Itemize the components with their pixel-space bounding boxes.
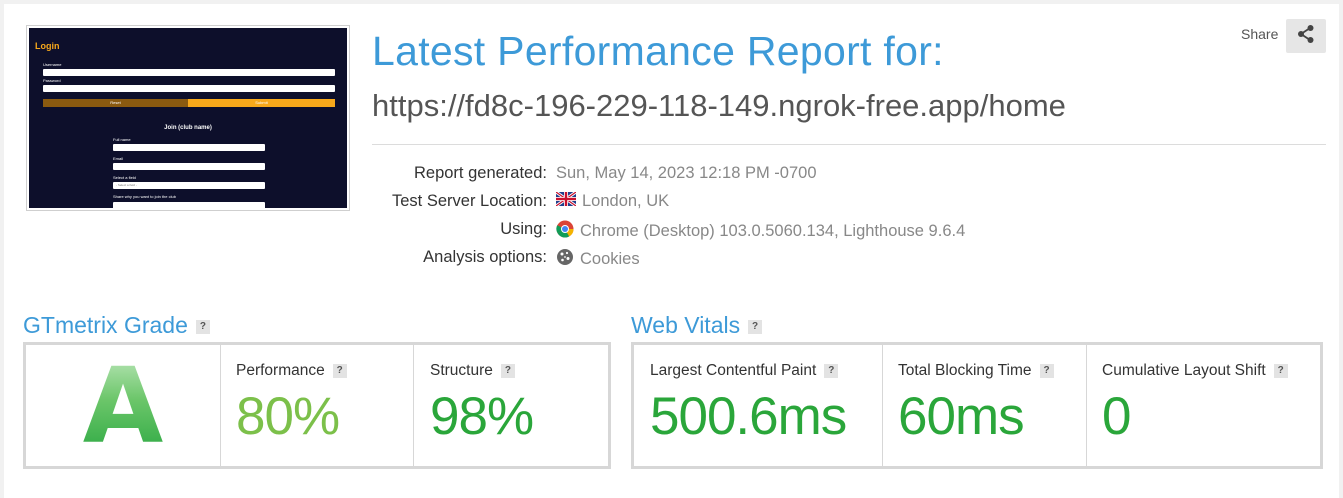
- analysis-options-key: Analysis options:: [423, 248, 547, 266]
- thumb-submit-button: Submit: [188, 99, 335, 107]
- using-value: Chrome (Desktop) 103.0.5060.134, Lightho…: [556, 220, 965, 243]
- test-location-row: Test Server Location: London, UK: [372, 190, 1072, 214]
- tbt-help-icon[interactable]: ?: [1039, 363, 1054, 378]
- report-generated-row: Report generated: Sun, May 14, 2023 12:1…: [372, 164, 1072, 186]
- test-location-key: Test Server Location:: [392, 192, 547, 210]
- thumb-fullname-label: Full name: [113, 137, 131, 142]
- report-sheet: Login Username Password Reset Submit Joi…: [4, 4, 1339, 498]
- share-icon: [1296, 24, 1316, 48]
- cls-label: Cumulative Layout Shift: [1102, 362, 1266, 379]
- gtmetrix-help-icon[interactable]: ?: [195, 319, 210, 334]
- tbt-value: 60ms: [898, 387, 1025, 446]
- performance-label: Performance: [236, 362, 325, 379]
- cls-cell: Cumulative Layout Shift? 0: [1086, 345, 1320, 466]
- thumb-username-input: [43, 69, 335, 76]
- test-location-text: London, UK: [582, 192, 670, 210]
- performance-value: 80%: [236, 387, 340, 446]
- thumb-login-title: Login: [35, 41, 60, 51]
- report-generated-key: Report generated:: [413, 164, 547, 182]
- grade-letter: A: [26, 345, 220, 467]
- lcp-label-row: Largest Contentful Paint?: [650, 362, 839, 380]
- structure-help-icon[interactable]: ?: [500, 363, 515, 378]
- lcp-label: Largest Contentful Paint: [650, 362, 817, 379]
- cookie-icon: [556, 248, 574, 271]
- web-vitals-title: Web Vitals?: [631, 312, 763, 339]
- analysis-options-value: Cookies: [556, 248, 640, 271]
- using-key: Using:: [500, 220, 547, 238]
- thumb-email-input: [113, 163, 265, 170]
- gtmetrix-grade-heading: GTmetrix Grade: [23, 312, 188, 338]
- tbt-cell: Total Blocking Time? 60ms: [882, 345, 1087, 466]
- web-vitals-panel: Largest Contentful Paint? 500.6ms Total …: [631, 342, 1323, 469]
- performance-label-row: Performance?: [236, 362, 347, 380]
- thumbnail-preview: Login Username Password Reset Submit Joi…: [29, 28, 347, 208]
- gtmetrix-grade-title: GTmetrix Grade?: [23, 312, 210, 339]
- structure-label: Structure: [430, 362, 493, 379]
- structure-cell: Structure? 98%: [414, 345, 608, 466]
- report-url[interactable]: https://fd8c-196-229-118-149.ngrok-free.…: [372, 88, 1066, 124]
- thumb-fullname-input: [113, 144, 265, 151]
- thumb-password-label: Password: [43, 78, 61, 83]
- tbt-label: Total Blocking Time: [898, 362, 1032, 379]
- lcp-cell: Largest Contentful Paint? 500.6ms: [634, 345, 883, 466]
- analysis-options-row: Analysis options: Cookies: [372, 248, 1072, 270]
- analysis-options-text[interactable]: Cookies: [580, 250, 640, 269]
- page-title: Latest Performance Report for:: [372, 28, 944, 74]
- grade-cell: A: [26, 345, 221, 467]
- thumb-why-label: Share why you want to join the club: [113, 194, 176, 199]
- share-label: Share: [1241, 26, 1279, 42]
- uk-flag-icon: [555, 190, 577, 211]
- structure-value: 98%: [430, 387, 534, 446]
- report-generated-text: Sun, May 14, 2023 12:18 PM -0700: [556, 164, 817, 182]
- performance-help-icon[interactable]: ?: [332, 363, 347, 378]
- thumb-join-title: Join (club name): [164, 125, 212, 131]
- gtmetrix-grade-panel: A Performance? 80% Structure? 98%: [23, 342, 611, 469]
- structure-label-row: Structure?: [430, 362, 515, 380]
- thumb-field-select: - Select a field -: [113, 182, 265, 189]
- title-divider: [372, 144, 1326, 145]
- thumb-field-label: Select a field: [113, 175, 136, 180]
- lcp-help-icon[interactable]: ?: [824, 363, 839, 378]
- web-vitals-heading: Web Vitals: [631, 312, 741, 338]
- share-button[interactable]: [1286, 19, 1326, 53]
- cls-value: 0: [1102, 387, 1132, 446]
- using-text: Chrome (Desktop) 103.0.5060.134, Lightho…: [580, 222, 966, 240]
- thumb-username-label: Username: [43, 62, 62, 67]
- web-vitals-help-icon[interactable]: ?: [748, 319, 763, 334]
- thumb-email-label: Email: [113, 156, 124, 161]
- page-screenshot-thumbnail[interactable]: Login Username Password Reset Submit Joi…: [26, 25, 350, 211]
- using-row: Using: Chrome (Desktop) 103.0.5060.134, …: [372, 220, 1072, 242]
- chrome-icon: [556, 220, 574, 243]
- cls-help-icon[interactable]: ?: [1273, 363, 1288, 378]
- thumb-why-input: [113, 202, 265, 208]
- thumb-reset-button: Reset: [43, 99, 188, 107]
- tbt-label-row: Total Blocking Time?: [898, 362, 1054, 380]
- performance-cell: Performance? 80%: [220, 345, 414, 466]
- cls-label-row: Cumulative Layout Shift?: [1102, 362, 1288, 380]
- report-generated-value: Sun, May 14, 2023 12:18 PM -0700: [556, 164, 817, 183]
- thumb-password-input: [43, 85, 335, 92]
- lcp-value: 500.6ms: [650, 387, 847, 446]
- test-location-value: London, UK: [555, 190, 670, 211]
